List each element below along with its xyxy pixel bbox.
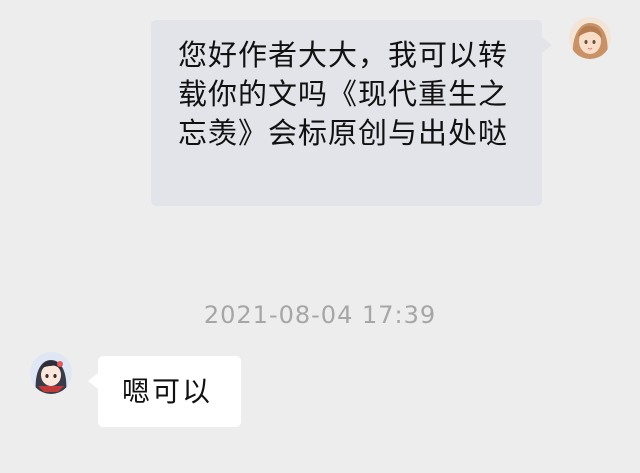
- chat-window: 您好作者大大，我可以转载你的文吗《现代重生之忘羡》会标原创与出处哒 2021-0…: [0, 0, 640, 473]
- incoming-message-text: 嗯可以: [122, 375, 213, 408]
- outgoing-message-bubble[interactable]: 您好作者大大，我可以转载你的文吗《现代重生之忘羡》会标原创与出处哒: [151, 20, 552, 206]
- timestamp-text: 2021-08-04 17:39: [203, 301, 437, 329]
- anime-character-avatar-icon[interactable]: [30, 352, 72, 394]
- girl-avatar-icon[interactable]: [569, 17, 611, 59]
- outgoing-message-text: 您好作者大大，我可以转载你的文吗《现代重生之忘羡》会标原创与出处哒: [178, 38, 509, 150]
- message-timestamp: 2021-08-04 17:39: [0, 301, 640, 329]
- incoming-message-bubble[interactable]: 嗯可以: [88, 356, 241, 427]
